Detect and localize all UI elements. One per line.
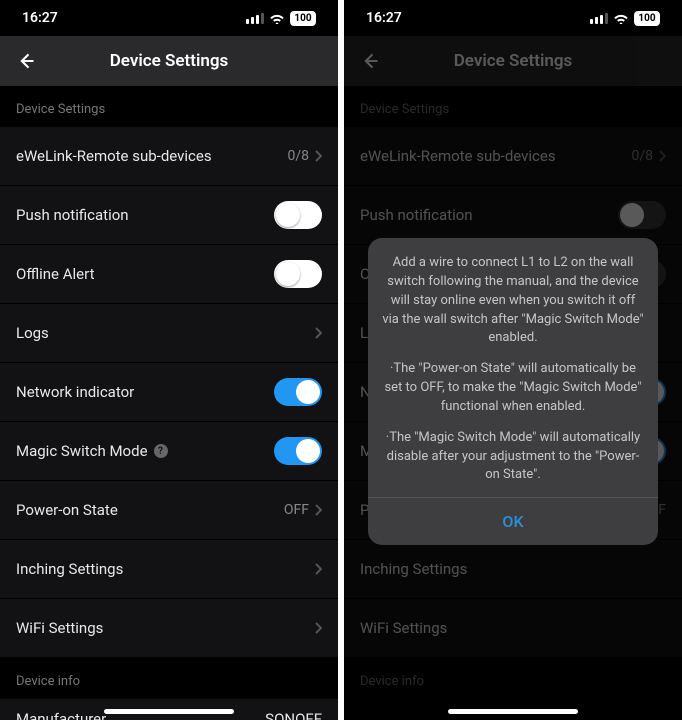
push-toggle[interactable] bbox=[274, 201, 322, 229]
row-label: eWeLink-Remote sub-devices bbox=[360, 147, 556, 165]
status-time: 16:27 bbox=[22, 10, 58, 26]
row-network-indicator[interactable]: Network indicator bbox=[0, 363, 338, 422]
back-button[interactable] bbox=[358, 49, 382, 73]
row-value: 0/8 bbox=[287, 148, 309, 164]
page-title: Device Settings bbox=[344, 51, 682, 71]
status-right: 100 bbox=[246, 11, 316, 26]
wifi-icon bbox=[613, 12, 629, 24]
row-label: WiFi Settings bbox=[16, 619, 103, 637]
row-magic-switch[interactable]: Magic Switch Mode ? bbox=[0, 422, 338, 481]
modal-paragraph-2: ·The "Power-on State" will automatically… bbox=[382, 360, 644, 417]
row-sub-devices: eWeLink-Remote sub-devices 0/8 bbox=[344, 127, 682, 186]
arrow-left-icon bbox=[16, 51, 36, 71]
section-device-settings: Device Settings bbox=[0, 86, 338, 127]
row-value: 0/8 bbox=[631, 148, 653, 164]
back-button[interactable] bbox=[14, 49, 38, 73]
status-bar: 16:27 100 bbox=[0, 0, 338, 36]
row-label: Logs bbox=[16, 324, 49, 342]
page-title: Device Settings bbox=[0, 51, 338, 71]
home-indicator[interactable] bbox=[104, 709, 234, 714]
push-toggle bbox=[618, 201, 666, 229]
row-wifi-settings: WiFi Settings bbox=[344, 599, 682, 658]
row-sub-devices[interactable]: eWeLink-Remote sub-devices 0/8 bbox=[0, 127, 338, 186]
phone-right: 16:27 100 Device Settings Device Setting… bbox=[344, 0, 682, 720]
home-indicator[interactable] bbox=[448, 709, 578, 714]
cellular-signal-icon bbox=[590, 13, 608, 24]
row-logs[interactable]: Logs bbox=[0, 304, 338, 363]
row-label: Manufacturer bbox=[16, 710, 106, 720]
magic-toggle[interactable] bbox=[274, 437, 322, 465]
network-toggle[interactable] bbox=[274, 378, 322, 406]
row-wifi-settings[interactable]: WiFi Settings bbox=[0, 599, 338, 658]
chevron-right-icon bbox=[315, 622, 322, 634]
battery-level: 100 bbox=[290, 11, 316, 26]
chevron-right-icon bbox=[659, 150, 666, 162]
magic-switch-info-modal: Add a wire to connect L1 to L2 on the wa… bbox=[368, 238, 658, 545]
row-value: SONOFF bbox=[265, 710, 322, 720]
header: Device Settings bbox=[0, 36, 338, 86]
wifi-icon bbox=[269, 12, 285, 24]
modal-paragraph-3: ·The "Magic Switch Mode" will automatica… bbox=[382, 429, 644, 486]
status-right: 100 bbox=[590, 11, 660, 26]
row-label: Network indicator bbox=[16, 383, 134, 401]
cellular-signal-icon bbox=[246, 13, 264, 24]
row-label: Inching Settings bbox=[360, 560, 467, 578]
row-offline-alert[interactable]: Offline Alert bbox=[0, 245, 338, 304]
offline-toggle[interactable] bbox=[274, 260, 322, 288]
phone-left: 16:27 100 Device Settings Device Setting… bbox=[0, 0, 338, 720]
row-label: Power-on State bbox=[16, 501, 118, 519]
section-device-settings: Device Settings bbox=[344, 86, 682, 127]
row-label: Inching Settings bbox=[16, 560, 123, 578]
help-icon[interactable]: ? bbox=[154, 444, 168, 458]
chevron-right-icon bbox=[315, 563, 322, 575]
section-device-info: Device info bbox=[0, 658, 338, 699]
battery-icon: 100 bbox=[634, 11, 660, 26]
chevron-right-icon bbox=[315, 327, 322, 339]
row-label: WiFi Settings bbox=[360, 619, 447, 637]
arrow-left-icon bbox=[360, 51, 380, 71]
row-label: Push notification bbox=[360, 206, 473, 224]
row-inching: Inching Settings bbox=[344, 540, 682, 599]
chevron-right-icon bbox=[315, 150, 322, 162]
status-bar: 16:27 100 bbox=[344, 0, 682, 36]
section-device-info: Device info bbox=[344, 658, 682, 699]
status-time: 16:27 bbox=[366, 10, 402, 26]
modal-ok-button[interactable]: OK bbox=[368, 497, 658, 545]
row-push-notification: Push notification bbox=[344, 186, 682, 245]
row-push-notification[interactable]: Push notification bbox=[0, 186, 338, 245]
battery-level: 100 bbox=[634, 11, 660, 26]
chevron-right-icon bbox=[315, 504, 322, 516]
row-label: Magic Switch Mode bbox=[16, 442, 148, 460]
row-inching[interactable]: Inching Settings bbox=[0, 540, 338, 599]
header: Device Settings bbox=[344, 36, 682, 86]
row-label: Push notification bbox=[16, 206, 129, 224]
row-label: eWeLink-Remote sub-devices bbox=[16, 147, 212, 165]
row-power-on-state[interactable]: Power-on State OFF bbox=[0, 481, 338, 540]
battery-icon: 100 bbox=[290, 11, 316, 26]
row-value: OFF bbox=[284, 502, 309, 518]
modal-paragraph-1: Add a wire to connect L1 to L2 on the wa… bbox=[382, 254, 644, 348]
row-label: Offline Alert bbox=[16, 265, 94, 283]
